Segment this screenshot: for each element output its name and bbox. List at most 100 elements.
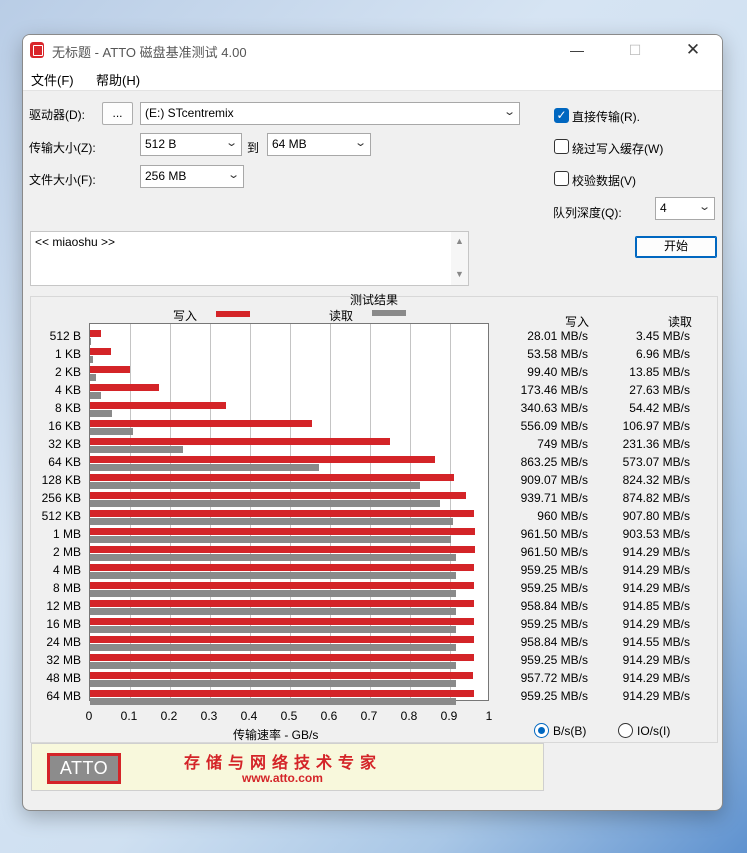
read-bar [90, 392, 102, 399]
read-value: 231.36 MB/s [622, 437, 690, 451]
write-bar [90, 582, 474, 589]
banner-slogan: 存储与网络技术专家 [184, 753, 383, 772]
transfer-from-select[interactable]: 512 B ⌄ [140, 133, 242, 156]
menu-bar: 文件(F) 帮助(H) [23, 65, 722, 91]
unit-bytes-radio[interactable] [534, 723, 549, 738]
x-tick-label: 0.2 [160, 709, 178, 723]
read-value: 914.29 MB/s [622, 545, 690, 559]
write-value: 340.63 MB/s [520, 401, 588, 415]
bypass-cache-label: 绕过写入缓存(W) [572, 142, 664, 156]
write-value: 909.07 MB/s [520, 473, 588, 487]
drive-select[interactable]: (E:) STcentremix ⌄ [140, 102, 520, 125]
y-tick-label: 4 KB [54, 383, 81, 397]
read-bar [90, 500, 440, 507]
read-value: 54.42 MB/s [629, 401, 690, 415]
chevron-down-icon: ⌄ [226, 169, 240, 181]
write-value: 173.46 MB/s [520, 383, 588, 397]
read-bar [90, 356, 93, 363]
scroll-down-icon[interactable]: ▼ [455, 269, 464, 279]
write-value: 960 MB/s [537, 509, 588, 523]
chevron-down-icon: ⌄ [224, 137, 238, 149]
write-bar [90, 402, 227, 409]
write-bar [90, 672, 474, 679]
y-tick-label: 64 MB [46, 689, 81, 703]
browse-button[interactable]: ... [102, 102, 133, 125]
y-tick-label: 48 MB [46, 671, 81, 685]
minimize-button[interactable]: — [554, 35, 600, 65]
chart-plot-area [89, 323, 489, 705]
read-bar [90, 698, 456, 705]
write-bar [90, 690, 474, 697]
read-value: 27.63 MB/s [629, 383, 690, 397]
unit-bytes-label: B/s(B) [553, 724, 587, 738]
direct-io-checkbox[interactable]: ✓ [554, 108, 569, 123]
legend-read-label: 读取 [329, 309, 354, 323]
maximize-button[interactable]: ☐ [612, 35, 658, 65]
scroll-up-icon[interactable]: ▲ [455, 236, 464, 246]
drive-label: 驱动器(D): [29, 108, 85, 122]
close-button[interactable]: ✕ [670, 35, 716, 65]
write-value: 959.25 MB/s [520, 581, 588, 595]
menu-help[interactable]: 帮助(H) [96, 70, 140, 89]
unit-io-radio[interactable] [618, 723, 633, 738]
queue-depth-select[interactable]: 4 ⌄ [655, 197, 715, 220]
transfer-to-select[interactable]: 64 MB ⌄ [267, 133, 371, 156]
chevron-down-icon: ⌄ [353, 137, 367, 149]
write-bar [90, 456, 436, 463]
write-value: 961.50 MB/s [520, 545, 588, 559]
y-tick-label: 32 MB [46, 653, 81, 667]
y-tick-label: 512 KB [41, 509, 81, 523]
read-bar [90, 590, 456, 597]
start-button[interactable]: 开始 [635, 236, 717, 258]
direct-io-label: 直接传输(R). [572, 110, 640, 124]
x-tick-label: 0.9 [440, 709, 458, 723]
x-tick-label: 0.4 [240, 709, 258, 723]
window-title: 无标题 - ATTO 磁盘基准测试 4.00 [52, 45, 247, 60]
read-value: 914.55 MB/s [622, 635, 690, 649]
write-bar [90, 384, 160, 391]
queue-depth-label: 队列深度(Q): [553, 206, 622, 220]
write-bar [90, 438, 390, 445]
x-tick-label: 0.6 [320, 709, 338, 723]
write-value: 959.25 MB/s [520, 689, 588, 703]
read-bar [90, 482, 420, 489]
x-tick-label: 0.8 [400, 709, 418, 723]
menu-file[interactable]: 文件(F) [31, 70, 74, 89]
y-tick-label: 1 MB [52, 527, 81, 541]
atto-banner[interactable]: ATTO 存储与网络技术专家 www.atto.com [31, 743, 544, 791]
write-bar [90, 546, 475, 553]
description-box[interactable]: << miaoshu >> ▲ ▼ [30, 231, 469, 286]
read-bar [90, 662, 456, 669]
file-size-select[interactable]: 256 MB ⌄ [140, 165, 244, 188]
read-value: 914.29 MB/s [622, 653, 690, 667]
y-tick-label: 16 MB [46, 617, 81, 631]
write-bar [90, 510, 474, 517]
y-tick-label: 128 KB [41, 473, 81, 487]
y-tick-label: 4 MB [52, 563, 81, 577]
atto-logo: ATTO [47, 753, 121, 784]
banner-website[interactable]: www.atto.com [242, 771, 323, 785]
read-bar [90, 446, 183, 453]
description-scrollbar[interactable]: ▲ ▼ [451, 232, 468, 285]
read-bar [90, 680, 456, 687]
write-value: 959.25 MB/s [520, 563, 588, 577]
drive-value: (E:) STcentremix [145, 106, 234, 120]
write-bar [90, 636, 474, 643]
write-value: 863.25 MB/s [520, 455, 588, 469]
write-bar [90, 528, 475, 535]
read-bar [90, 608, 456, 615]
read-bar [90, 410, 112, 417]
title-bar[interactable]: 无标题 - ATTO 磁盘基准测试 4.00 — ☐ ✕ [23, 35, 722, 65]
transfer-to-value: 64 MB [272, 137, 307, 151]
x-tick-label: 0.3 [200, 709, 218, 723]
y-tick-label: 8 KB [54, 401, 81, 415]
x-axis-label: 传输速率 - GB/s [233, 728, 319, 742]
write-bar [90, 474, 454, 481]
transfer-from-value: 512 B [145, 137, 177, 151]
verify-data-checkbox[interactable] [554, 171, 569, 186]
y-tick-label: 32 KB [48, 437, 81, 451]
read-bar [90, 428, 133, 435]
y-tick-label: 24 MB [46, 635, 81, 649]
bypass-cache-checkbox[interactable] [554, 139, 569, 154]
x-tick-label: 0.5 [280, 709, 298, 723]
